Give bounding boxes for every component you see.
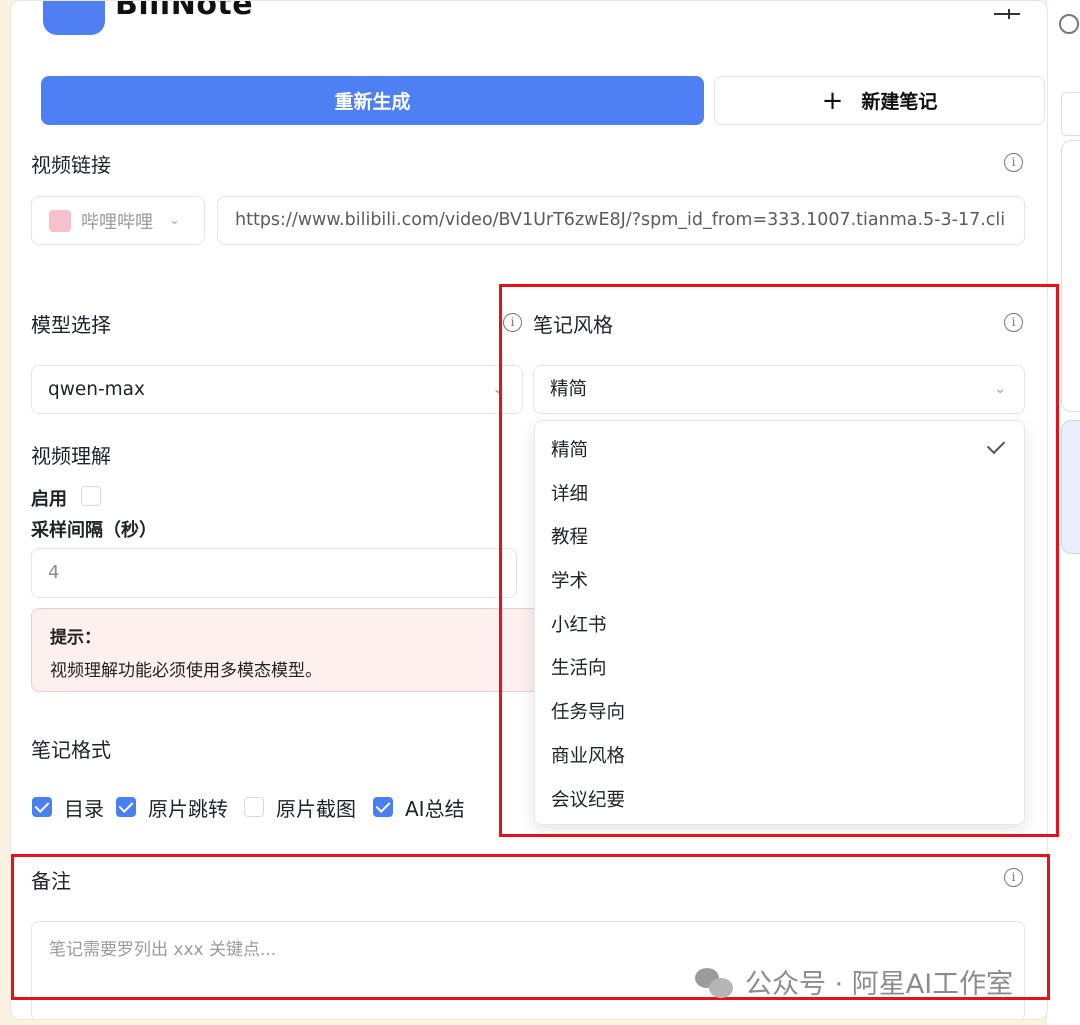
wechat-icon <box>695 966 735 998</box>
check-icon <box>986 435 1006 455</box>
right-side-panel <box>1046 0 1080 1025</box>
sampling-interval-input[interactable]: 4 <box>31 548 517 598</box>
remarks-label: 备注 <box>31 869 71 893</box>
collapse-sidebar-icon[interactable] <box>994 9 1020 19</box>
bilibili-icon <box>49 209 71 232</box>
ai-summary-checkbox[interactable] <box>373 797 393 817</box>
new-note-label: 新建笔记 <box>861 91 938 113</box>
enable-label: 启用 <box>31 489 67 510</box>
info-icon[interactable]: i <box>1004 153 1023 172</box>
plus-icon: + <box>821 85 844 116</box>
model-value: qwen-max <box>48 379 145 400</box>
dropdown-option[interactable]: 生活向 <box>551 654 607 680</box>
platform-select[interactable]: 哔哩哔哩 ⌄ <box>31 196 205 245</box>
side-panel-frame <box>1061 140 1080 412</box>
hint-box: 提示： 视频理解功能必须使用多模态模型。 <box>31 608 541 692</box>
note-style-label: 笔记风格 <box>533 313 613 337</box>
dropdown-option[interactable]: 会议纪要 <box>551 786 625 812</box>
note-style-value: 精简 <box>550 379 588 400</box>
watermark: 公众号 · 阿星AI工作室 <box>695 962 1013 1001</box>
side-panel-frame <box>1061 92 1080 136</box>
app-name: BiliNote <box>115 0 254 22</box>
model-select[interactable]: qwen-max ⌄ <box>31 365 523 414</box>
ai-summary-label: AI总结 <box>405 797 465 821</box>
dropdown-option[interactable]: 精简 <box>551 436 588 462</box>
dropdown-option[interactable]: 学术 <box>551 567 588 593</box>
dropdown-option[interactable]: 任务导向 <box>551 698 625 724</box>
new-note-button[interactable]: + 新建笔记 <box>714 76 1045 125</box>
source-jump-checkbox[interactable] <box>116 797 136 817</box>
dropdown-option[interactable]: 详细 <box>551 480 588 506</box>
dropdown-option[interactable]: 小红书 <box>551 611 607 637</box>
chevron-down-icon: ⌄ <box>994 381 1006 397</box>
video-link-label: 视频链接 <box>31 153 111 177</box>
watermark-text: 公众号 · 阿星AI工作室 <box>745 969 1014 1000</box>
model-label: 模型选择 <box>31 313 111 337</box>
info-icon[interactable]: i <box>1004 313 1023 332</box>
chevron-down-icon: ⌄ <box>492 381 504 397</box>
screenshot-label: 原片截图 <box>276 797 356 821</box>
sampling-interval-label: 采样间隔（秒） <box>31 520 157 541</box>
source-jump-label: 原片跳转 <box>148 797 228 821</box>
info-icon[interactable]: i <box>503 313 522 332</box>
enable-video-understanding-checkbox[interactable] <box>81 486 101 506</box>
video-url-input[interactable]: https://www.bilibili.com/video/BV1UrT6zw… <box>217 196 1025 245</box>
app-logo <box>43 1 105 35</box>
scrollbar-thumb[interactable] <box>1061 420 1080 554</box>
hint-text: 视频理解功能必须使用多模态模型。 <box>50 661 322 681</box>
info-icon[interactable]: i <box>1004 868 1023 887</box>
note-settings-panel: BiliNote 重新生成 + 新建笔记 视频链接 i 哔哩哔哩 ⌄ https… <box>10 0 1048 1020</box>
toc-checkbox[interactable] <box>32 797 52 817</box>
dropdown-option[interactable]: 教程 <box>551 523 588 549</box>
chevron-down-icon: ⌄ <box>169 213 180 228</box>
note-style-select[interactable]: 精简 ⌄ <box>533 365 1025 414</box>
regenerate-button[interactable]: 重新生成 <box>41 76 704 125</box>
toc-label: 目录 <box>64 797 104 821</box>
dropdown-option[interactable]: 商业风格 <box>551 742 625 768</box>
video-understanding-label: 视频理解 <box>31 444 111 468</box>
history-icon[interactable] <box>1059 14 1079 34</box>
note-format-label: 笔记格式 <box>31 738 111 762</box>
note-style-dropdown: 精简 详细 教程 学术 小红书 生活向 任务导向 商业风格 会议纪要 <box>534 420 1025 825</box>
platform-value: 哔哩哔哩 <box>81 211 153 233</box>
hint-title: 提示： <box>50 628 101 648</box>
screenshot-checkbox[interactable] <box>244 797 264 817</box>
